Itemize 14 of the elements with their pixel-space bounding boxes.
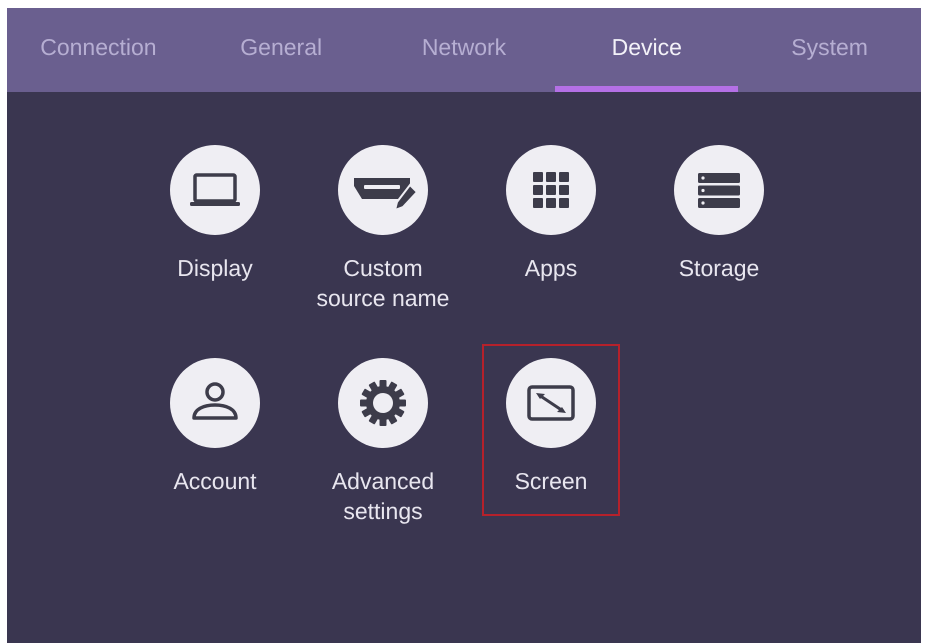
- storage-icon: [674, 145, 764, 235]
- settings-item[interactable]: Account: [146, 344, 284, 516]
- settings-item[interactable]: Custom source name: [304, 131, 462, 333]
- person-icon: [170, 358, 260, 448]
- settings-item[interactable]: Apps: [482, 131, 620, 303]
- connector-pencil-icon: [338, 145, 428, 235]
- settings-item[interactable]: Screen: [482, 344, 620, 516]
- settings-item[interactable]: Display: [146, 131, 284, 303]
- settings-item[interactable]: Storage: [650, 131, 788, 303]
- settings-item[interactable]: Advanced settings: [304, 344, 462, 546]
- grid-icon: [506, 145, 596, 235]
- resize-screen-icon: [506, 358, 596, 448]
- laptop-icon: [170, 145, 260, 235]
- gear-icon: [338, 358, 428, 448]
